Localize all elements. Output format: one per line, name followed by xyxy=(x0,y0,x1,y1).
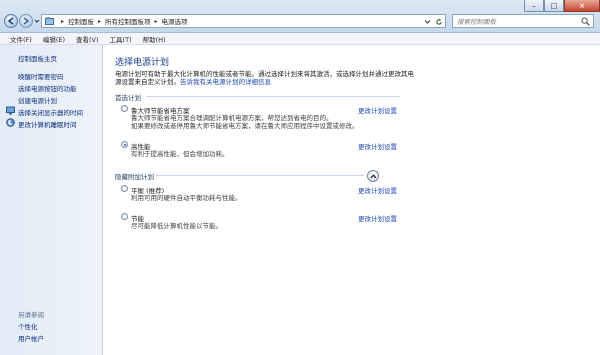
search-icon[interactable] xyxy=(581,17,590,26)
page-title: 选择电源计划 xyxy=(115,58,170,68)
breadcrumb-separator: ▸ xyxy=(61,17,65,25)
plan-radio[interactable] xyxy=(121,141,128,148)
menu-edit[interactable]: 编辑(E) xyxy=(43,34,65,44)
breadcrumb-control-panel[interactable]: 控制面板 xyxy=(68,16,94,26)
menu-help[interactable]: 帮助(H) xyxy=(143,34,166,44)
search-placeholder: 搜索控制面板 xyxy=(457,18,496,26)
display-icon xyxy=(6,106,15,115)
plan-description: 有利于提高性能，但会增加功耗。 xyxy=(131,150,229,158)
menu-tools[interactable]: 工具(T) xyxy=(110,34,132,44)
change-plan-settings-link[interactable]: 更改计划设置 xyxy=(358,105,397,115)
maximize-button[interactable]: □ xyxy=(544,0,564,12)
plan-radio[interactable] xyxy=(121,213,128,220)
plan-description: 鲁大师节能省电方案合理调配计算机电源方案，帮您达到省电的目的。 如果要修改或者停… xyxy=(131,114,461,130)
close-button[interactable]: × xyxy=(564,0,600,12)
change-plan-settings-link[interactable]: 更改计划设置 xyxy=(358,185,397,195)
sidebar-item-wake-password[interactable]: 唤醒时需要密码 xyxy=(18,71,64,81)
plan-description-line: 鲁大师节能省电方案合理调配计算机电源方案，帮您达到省电的目的。 xyxy=(131,114,333,122)
back-button[interactable] xyxy=(4,14,18,28)
plan-description-line: 如果要修改或者停用鲁大师节能省电方案，请在鲁大师应用程序中设置或修改。 xyxy=(131,122,359,130)
sidebar-item-user-accounts[interactable]: 用户帐户 xyxy=(18,333,44,343)
change-plan-settings-link[interactable]: 更改计划设置 xyxy=(358,141,397,151)
section-divider xyxy=(156,175,364,176)
title-bar: ▸ 控制面板 ▸ 所有控制面板项 ▸ 电源选项 搜索控制面板 – □ × xyxy=(0,0,600,33)
main-panel: 选择电源计划 电源计划可有助于最大化计算机的性能或者节能。通过选择计划来将其激活… xyxy=(104,45,600,355)
hidden-plans-heading[interactable]: 隐藏附加计划 xyxy=(115,171,154,181)
sidebar-item-label: 更改计算机睡眠时间 xyxy=(18,121,77,129)
recent-pages-dropdown-icon[interactable] xyxy=(34,18,40,24)
forward-button[interactable] xyxy=(19,14,33,28)
chevron-up-icon xyxy=(370,173,376,178)
minimize-button[interactable]: – xyxy=(524,0,544,12)
collapse-button[interactable] xyxy=(367,170,379,182)
breadcrumb-separator[interactable]: ▸ xyxy=(98,18,101,25)
power-plan-help-link[interactable]: 告诉我有关电源计划的详细信息 xyxy=(180,78,271,86)
breadcrumb-separator[interactable]: ▸ xyxy=(155,18,158,25)
sidebar-item-personalization[interactable]: 个性化 xyxy=(18,321,38,331)
sidebar-item-label: 选择关闭显示器的时间 xyxy=(18,109,83,117)
window-controls: – □ × xyxy=(524,0,600,12)
address-bar[interactable]: ▸ 控制面板 ▸ 所有控制面板项 ▸ 电源选项 xyxy=(41,14,446,28)
intro-text: 电源计划可有助于最大化计算机的性能或者节能。通过选择计划来将其激活，或选择计划并… xyxy=(115,70,415,86)
preferred-plans-heading: 首选计划 xyxy=(115,94,141,102)
arrow-left-icon xyxy=(7,17,14,25)
plan-description: 尽可能降低计算机性能以节能。 xyxy=(131,222,222,230)
search-input[interactable]: 搜索控制面板 xyxy=(452,14,594,28)
sidebar-home-link[interactable]: 控制面板主页 xyxy=(18,53,57,63)
see-also-heading: 另请参阅 xyxy=(18,311,44,319)
sidebar-item-power-buttons[interactable]: 选择电源按钮的功能 xyxy=(18,83,77,93)
menu-bar: 文件(F) 编辑(E) 查看(V) 工具(T) 帮助(H) xyxy=(0,33,600,45)
change-plan-settings-link[interactable]: 更改计划设置 xyxy=(358,213,397,223)
sleep-icon xyxy=(6,118,15,127)
sidebar-item-sleep-time[interactable]: 更改计算机睡眠时间 xyxy=(6,118,77,129)
section-divider xyxy=(146,96,400,97)
chevron-down-icon[interactable] xyxy=(424,18,431,25)
plan-radio[interactable] xyxy=(121,105,128,112)
refresh-button[interactable] xyxy=(433,16,444,27)
arrow-right-icon xyxy=(23,17,30,25)
sidebar-item-display-off[interactable]: 选择关闭显示器的时间 xyxy=(6,106,83,117)
sidebar-item-create-plan[interactable]: 创建电源计划 xyxy=(18,95,57,105)
refresh-icon xyxy=(435,18,442,25)
breadcrumb-power-options[interactable]: 电源选项 xyxy=(162,16,188,26)
plan-radio[interactable] xyxy=(121,185,128,192)
menu-view[interactable]: 查看(V) xyxy=(76,34,99,44)
plan-description: 利用可用的硬件自动平衡功耗与性能。 xyxy=(131,194,242,202)
breadcrumb-all-items[interactable]: 所有控制面板项 xyxy=(105,16,151,26)
control-panel-icon xyxy=(45,17,54,25)
sidebar: 控制面板主页 唤醒时需要密码 选择电源按钮的功能 创建电源计划 选择关闭显示器的… xyxy=(0,45,103,355)
menu-file[interactable]: 文件(F) xyxy=(10,34,32,44)
